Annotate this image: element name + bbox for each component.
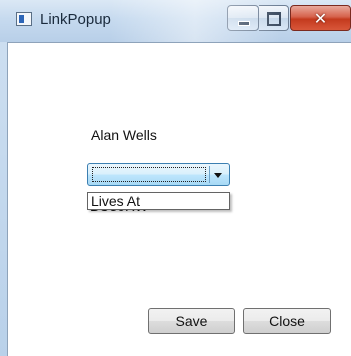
title-bar[interactable]: LinkPopup ✕ [0, 0, 351, 42]
close-button[interactable]: Close [243, 308, 331, 334]
combo-separator [209, 166, 210, 183]
minimize-icon [238, 21, 250, 26]
chevron-down-icon[interactable] [214, 173, 222, 178]
close-window-button[interactable]: ✕ [290, 5, 351, 31]
app-window: LinkPopup ✕ Alan Wells BU30RW Lives At S… [0, 0, 351, 356]
combo-dropdown-list[interactable]: Lives At [87, 192, 230, 210]
close-icon: ✕ [313, 8, 328, 28]
dropdown-option-lives-at[interactable]: Lives At [91, 193, 140, 209]
combo-focus-rect [92, 167, 206, 182]
minimize-button[interactable] [227, 5, 259, 31]
maximize-icon [267, 12, 281, 26]
maximize-button[interactable] [259, 5, 289, 31]
relationship-combobox[interactable] [87, 163, 230, 186]
person-name-label: Alan Wells [91, 127, 157, 143]
save-button[interactable]: Save [148, 308, 235, 334]
window-title: LinkPopup [40, 11, 111, 28]
app-window-icon[interactable] [16, 12, 32, 26]
